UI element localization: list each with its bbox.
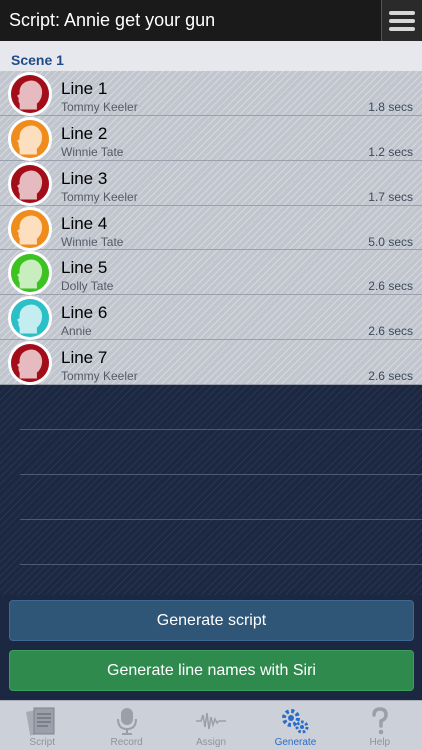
line-title: Line 6 [61,303,108,323]
line-list: Line 1 Tommy Keeler 1.8 secs Line 2 Winnie T… [0,71,422,386]
line-title: Line 5 [61,258,108,278]
line-duration: 2.6 secs [368,369,413,384]
tab-generate[interactable]: Generate [253,701,337,750]
generate-siri-names-button[interactable]: Generate line names with Siri [9,650,414,691]
actor-avatar-icon [8,341,52,386]
line-actor: Winnie Tate [61,144,124,159]
actor-avatar-icon [8,206,52,251]
line-duration: 1.8 secs [368,100,413,114]
tab-label: Script [29,737,55,748]
row-divider [20,519,422,520]
microphone-icon [110,705,144,737]
line-title: Line 1 [61,79,108,98]
actor-avatar-icon [8,251,52,296]
line-actor: Tommy Keeler [61,100,138,114]
line-title: Line 3 [61,168,108,188]
line-title: Line 4 [61,213,108,233]
question-mark-icon [363,705,397,737]
line-title: Line 2 [61,123,108,143]
tab-label: Generate [274,737,317,748]
line-actor: Annie [61,324,92,339]
line-row[interactable]: Line 7 Tommy Keeler 2.6 secs [0,340,422,386]
script-title: Script: Annie get your gun [9,10,216,30]
tab-bar: Script Record Assign Generate Help [0,700,422,750]
generate-script-button[interactable]: Generate script [9,600,414,641]
line-row[interactable]: Line 6 Annie 2.6 secs [0,295,422,341]
tab-label: Record [110,737,143,748]
row-divider [20,564,422,565]
hamburger-menu-icon[interactable] [381,0,422,41]
tab-label: Assign [196,737,227,748]
line-duration: 2.6 secs [368,279,413,294]
line-actor: Tommy Keeler [61,189,138,204]
empty-list-area [0,385,422,595]
line-actor: Tommy Keeler [61,369,138,384]
line-title: Line 7 [61,348,108,368]
tab-help[interactable]: Help [338,701,422,750]
title-bar: Script: Annie get your gun [0,0,422,41]
actor-avatar-icon [8,116,52,161]
line-row[interactable]: Line 4 Winnie Tate 5.0 secs [0,206,422,251]
script-pages-icon [25,705,59,737]
tab-label: Help [369,737,391,748]
actor-avatar-icon [8,296,52,341]
line-duration: 2.6 secs [368,324,413,339]
row-divider [20,474,422,475]
tab-record[interactable]: Record [84,701,168,750]
gears-icon [278,705,312,737]
line-row[interactable]: Line 5 Dolly Tate 2.6 secs [0,250,422,296]
line-actor: Winnie Tate [61,234,124,249]
row-divider [20,429,422,430]
line-duration: 5.0 secs [368,234,413,249]
line-row[interactable]: Line 1 Tommy Keeler 1.8 secs [0,71,422,116]
waveform-icon [194,705,228,737]
scene-header: Scene 1 [0,41,422,71]
tab-assign[interactable]: Assign [169,701,253,750]
line-duration: 1.2 secs [368,144,413,159]
actor-avatar-icon [8,72,52,116]
line-actor: Dolly Tate [61,279,114,294]
line-row[interactable]: Line 3 Tommy Keeler 1.7 secs [0,161,422,206]
scene-label: Scene 1 [11,52,64,68]
line-duration: 1.7 secs [368,189,413,204]
actor-avatar-icon [8,161,52,206]
tab-script[interactable]: Script [0,701,84,750]
line-row[interactable]: Line 2 Winnie Tate 1.2 secs [0,116,422,161]
